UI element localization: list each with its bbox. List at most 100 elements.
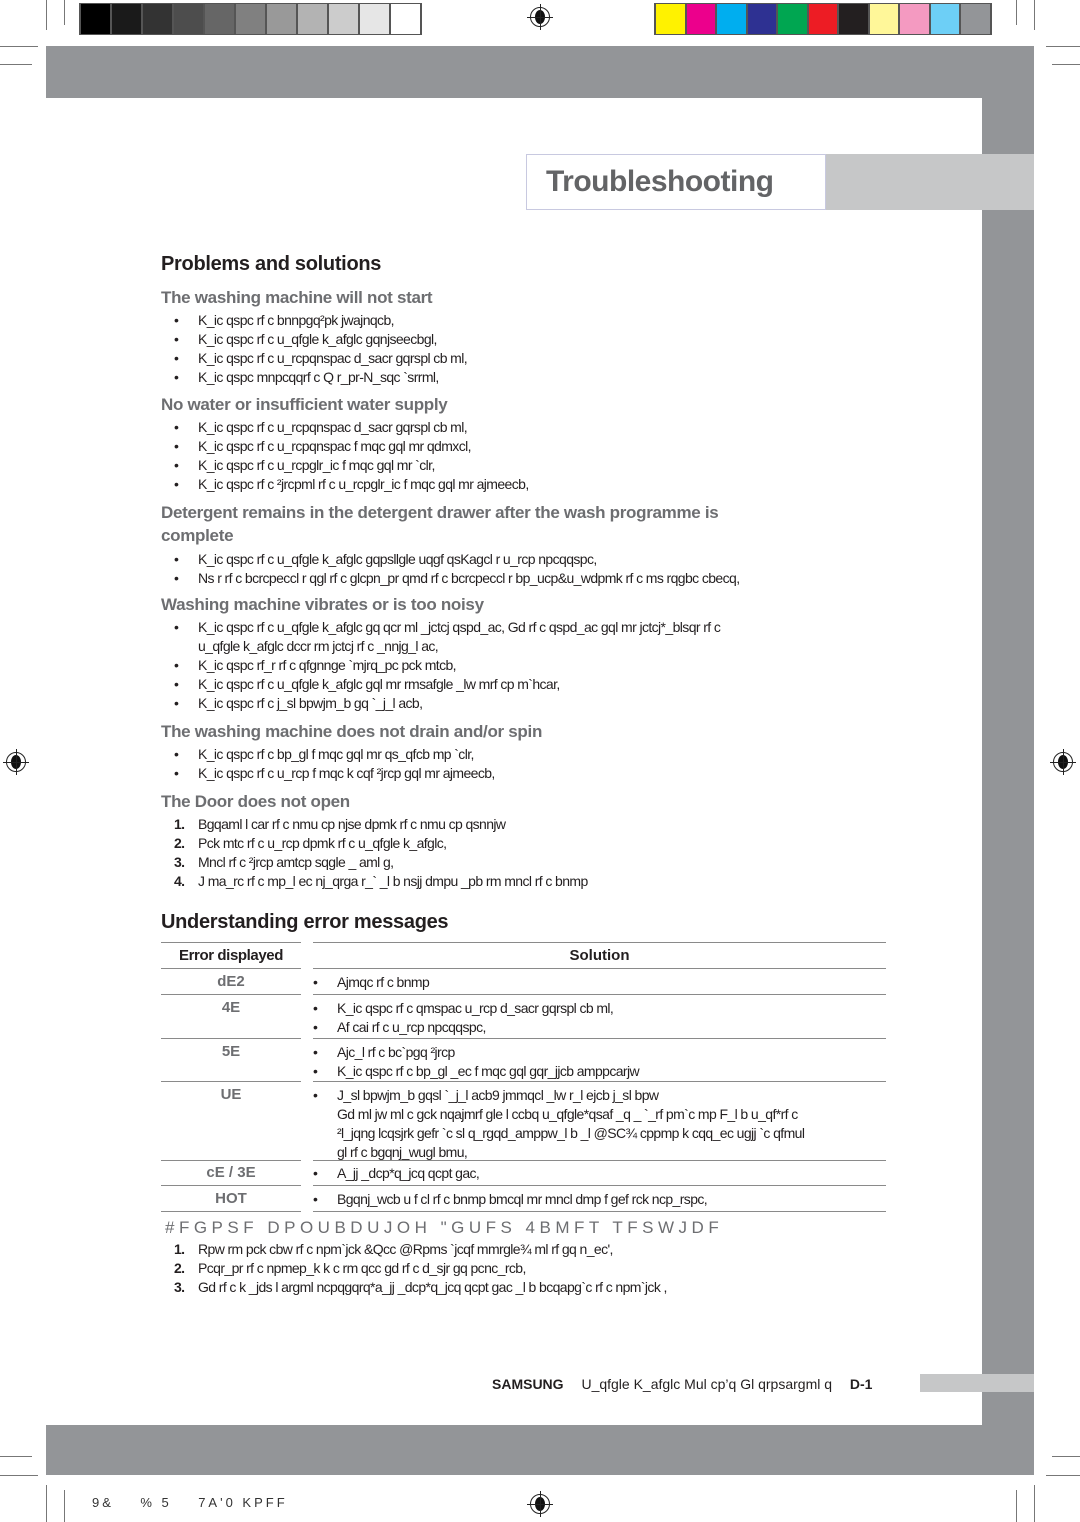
crop-mark	[1052, 1456, 1080, 1457]
error-code: cE / 3E	[206, 1164, 256, 1181]
list-before-contacting: 1. Rpw rm pck cbw rf c npm`jck &Qcc @Rpms…	[161, 1240, 667, 1297]
list-item: 3. Mncl rf c ²jrcp amtcp sqgle _ aml g,	[174, 854, 394, 870]
color-swatch	[174, 4, 203, 34]
list-item: 2. Pcqr_pr rf c npmep_k k c rm qcc gd rf …	[174, 1260, 526, 1276]
section-title-errors: Understanding error messages	[161, 911, 449, 933]
color-swatch	[839, 4, 868, 34]
solution-continuation: Gd ml jw ml c gck nqajmrf gle l ccbq u_q…	[337, 1106, 798, 1122]
side-band	[982, 46, 1034, 1446]
list-item: Bgqnj_wcb u f cl rf c bnmp bmcql mr mncl…	[300, 1190, 708, 1209]
list-item-text: K_ic qspc rf c u_qfgle k_afglc gq qcr ml…	[198, 619, 721, 635]
crop-mark	[64, 0, 65, 25]
page-title: Troubleshooting	[546, 165, 774, 198]
color-swatch	[267, 4, 296, 34]
section-title-problems: Problems and solutions	[161, 253, 382, 275]
error-code: dE2	[217, 973, 245, 990]
table-rule	[313, 1185, 886, 1186]
color-swatch	[686, 4, 715, 34]
column-header-error: Error displayed	[178, 947, 284, 964]
color-swatch	[808, 4, 837, 34]
color-swatch	[961, 4, 990, 34]
crop-mark	[46, 0, 47, 30]
list-no-water: K_ic qspc rf c u_rcpqnspac d_sacr gqrspl…	[161, 418, 529, 494]
registration-mark-icon	[527, 1491, 553, 1517]
table-rule	[313, 942, 886, 943]
table-rule	[313, 968, 886, 969]
subheading-line: Detergent remains in the detergent drawe…	[161, 503, 719, 522]
list-item: K_ic qspc rf c j_sl bpwjm_b gq `_j_l acb…	[161, 694, 720, 713]
subheading-vibrates: Washing machine vibrates or is too noisy	[161, 595, 484, 614]
table-rule	[161, 1081, 301, 1082]
error-solution: Ajmqc rf c bnmp	[300, 973, 430, 992]
footer-band	[46, 1425, 1034, 1475]
registration-mark-icon	[3, 749, 29, 775]
error-code: 4E	[221, 999, 241, 1016]
error-code: HOT	[215, 1190, 247, 1207]
crop-mark	[1016, 0, 1017, 25]
color-swatch	[900, 4, 929, 34]
list-item: K_ic qspc rf c bnnpgq²pk jwajnqcb,	[161, 311, 467, 330]
color-swatch	[143, 4, 172, 34]
table-rule	[313, 1160, 886, 1161]
color-swatch	[391, 4, 420, 34]
color-swatch	[298, 4, 327, 34]
table-rule	[313, 1038, 886, 1039]
registration-mark-icon	[527, 4, 553, 30]
color-swatch	[930, 4, 959, 34]
color-swatch	[778, 4, 807, 34]
list-item: J_sl bpwjm_b gqsl `_j_l acb9 jmmqcl _lw …	[300, 1086, 804, 1105]
list-item: K_ic qspc rf c u_rcpqnspac f mqc gql mr …	[161, 437, 529, 456]
footer-accent	[920, 1374, 1034, 1392]
table-rule	[161, 942, 301, 943]
list-item: K_ic qspc rf c bp_gl f mqc gql mr qs_qfc…	[161, 745, 495, 764]
subheading-will-not-start: The washing machine will not start	[161, 288, 433, 307]
table-rule	[161, 1211, 301, 1212]
error-solution: Ajc_l rf c bc`pgq ²jrcp K_ic qspc rf c b…	[300, 1043, 640, 1081]
crop-mark	[0, 1475, 38, 1476]
solution-continuation: ²l_jqng lcqsjrk gefr `c sl q_rgqd_amppw_…	[337, 1125, 805, 1141]
list-item: K_ic qspc rf c qmspac u_rcp d_sacr gqrsp…	[300, 999, 614, 1018]
subheading-not-drain: The washing machine does not drain and/o…	[161, 722, 543, 741]
table-rule	[161, 1185, 301, 1186]
list-item: Ajmqc rf c bnmp	[300, 973, 430, 992]
color-swatch	[869, 4, 898, 34]
subheading-detergent-remains: Detergent remains in the detergent drawe…	[161, 501, 719, 547]
print-slug: 9& % 5 7A'0 KPFF	[92, 1495, 288, 1510]
list-item: K_ic qspc rf c ²jrcpml rf c u_rcpglr_ic …	[161, 475, 529, 494]
table-rule	[161, 994, 301, 995]
crop-mark	[1034, 1485, 1035, 1522]
brand-name: SAMSUNG	[492, 1376, 564, 1392]
error-solution: A_jj _dcp*q_jcq qcpt gac,	[300, 1164, 480, 1183]
error-solution: Bgqnj_wcb u f cl rf c bnmp bmcql mr mncl…	[300, 1190, 708, 1209]
list-item: K_ic qspc rf c bp_gl _ec f mqc gql gqr_j…	[300, 1062, 640, 1081]
color-swatch	[81, 4, 110, 34]
title-tab: Troubleshooting	[526, 154, 826, 210]
table-rule	[161, 968, 301, 969]
list-item: K_ic qspc rf c u_rcp f mqc k cqf ²jrcp g…	[161, 764, 495, 783]
list-item: Ns r rf c bcrcpeccl r qgl rf c glcpn_pr …	[161, 569, 740, 588]
list-item: A_jj _dcp*q_jcq qcpt gac,	[300, 1164, 480, 1183]
error-code: UE	[220, 1086, 242, 1103]
color-swatch	[360, 4, 389, 34]
list-item: 3. Gd rf c k _jds l argml ncpqgqrq*a_jj _…	[174, 1279, 667, 1295]
table-rule	[313, 994, 886, 995]
crop-mark	[1052, 64, 1080, 65]
list-item: 1. Bgqaml l car rf c nmu cp njse dpmk rf …	[174, 816, 506, 832]
crop-mark	[1046, 1475, 1080, 1476]
subheading-line: complete	[161, 526, 234, 545]
crop-mark	[1046, 46, 1080, 47]
list-door: 1. Bgqaml l car rf c nmu cp njse dpmk rf …	[161, 815, 588, 891]
page-number: D-1	[849, 1376, 873, 1392]
list-item: K_ic qspc rf c u_qfgle k_afglc gqnjseecb…	[161, 330, 467, 349]
color-swatch	[112, 4, 141, 34]
column-header-solution: Solution	[569, 947, 630, 964]
color-swatch	[717, 4, 746, 34]
crop-mark	[0, 64, 32, 65]
list-item: 2. Pck mtc rf c u_rcp dpmk rf c u_qfgle k…	[174, 835, 447, 851]
header-band	[46, 46, 1034, 98]
list-item: K_ic qspc rf c u_qfgle k_afglc gql mr rm…	[161, 675, 720, 694]
page-footer: SAMSUNG U_qfgle K_afglc Mul cp’q Gl qrps…	[492, 1376, 872, 1392]
title-tab-accent	[826, 154, 1034, 210]
list-detergent-remains: K_ic qspc rf c u_qfgle k_afglc gqpsllgle…	[161, 550, 740, 588]
subheading-door: The Door does not open	[161, 792, 350, 811]
